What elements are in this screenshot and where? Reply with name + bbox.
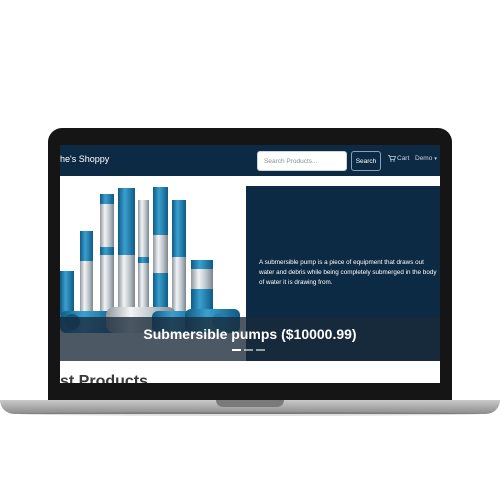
cart-icon [388, 155, 396, 162]
carousel-caption[interactable]: Submersible pumps ($10000.99) [60, 326, 440, 342]
search-input[interactable] [257, 151, 347, 171]
laptop-screen: he's Shoppy Search Cart Demo ▼ [60, 145, 440, 383]
user-label: Demo [415, 155, 433, 162]
carousel-indicator[interactable] [256, 349, 265, 351]
product-carousel[interactable]: A submersible pump is a piece of equipme… [60, 185, 440, 361]
search-button[interactable]: Search [351, 151, 381, 171]
brand-link[interactable]: he's Shoppy [60, 154, 109, 164]
laptop-notch [216, 400, 284, 407]
cart-label: Cart [397, 155, 410, 162]
user-dropdown[interactable]: Demo ▼ [415, 155, 438, 162]
caret-down-icon: ▼ [433, 156, 438, 161]
section-heading: st Products [60, 373, 149, 383]
carousel-indicator[interactable] [244, 349, 253, 351]
cart-link[interactable]: Cart [388, 155, 409, 162]
navbar: he's Shoppy Search Cart Demo ▼ [60, 145, 440, 176]
product-description: A submersible pump is a piece of equipme… [259, 259, 437, 286]
carousel-indicators [232, 349, 265, 351]
laptop-shadow [20, 412, 480, 416]
carousel-indicator[interactable] [232, 349, 241, 351]
